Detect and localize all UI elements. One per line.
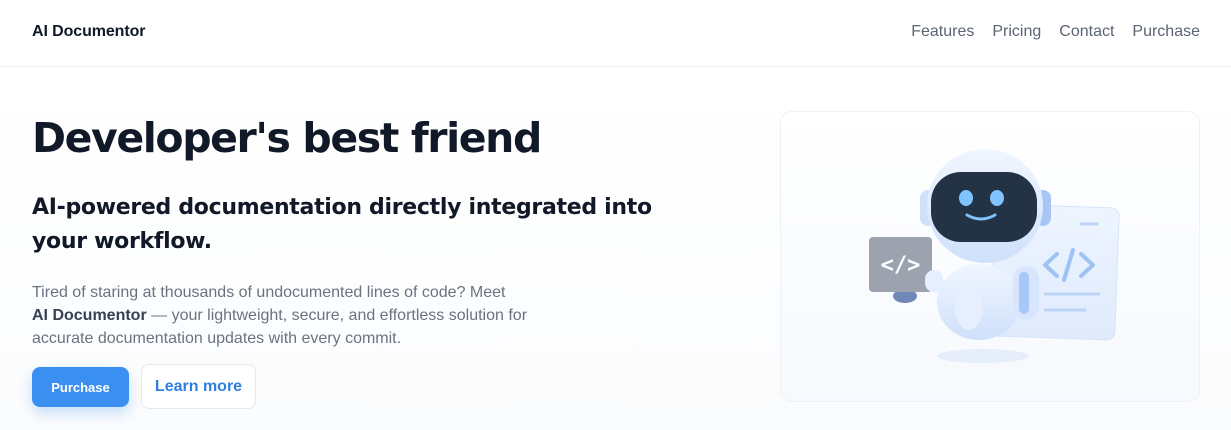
hero-illustration-card: </>: [780, 111, 1200, 402]
nav-link-features[interactable]: Features: [911, 23, 974, 41]
brand-logo-text[interactable]: AI Documentor: [32, 23, 145, 41]
hero-description-lead: Tired of staring at thousands of undocum…: [32, 284, 506, 301]
nav-link-purchase[interactable]: Purchase: [1132, 23, 1200, 41]
hero-subtitle: AI-powered documentation directly integr…: [32, 195, 652, 254]
learn-more-button[interactable]: Learn more: [141, 364, 256, 409]
code-card: </>: [869, 237, 943, 303]
hero-description: Tired of staring at thousands of undocum…: [32, 281, 532, 350]
purchase-button[interactable]: Purchase: [32, 367, 129, 407]
hero-description-brand: AI Documentor: [32, 307, 147, 324]
robot-arm-right: [1013, 266, 1039, 320]
top-navigation: AI Documentor Features Pricing Contact P…: [0, 0, 1231, 67]
robot-illustration: </>: [869, 149, 1120, 363]
nav-link-pricing[interactable]: Pricing: [992, 23, 1041, 41]
floor-shadow: [937, 349, 1029, 363]
robot-eye-left: [959, 190, 973, 206]
hero-title: Developer's best friend: [32, 114, 542, 162]
nav-links: Features Pricing Contact Purchase: [911, 23, 1200, 41]
hero-section: Developer's best friend AI-powered docum…: [0, 68, 1231, 430]
nav-link-contact[interactable]: Contact: [1059, 23, 1114, 41]
robot-eye-right: [990, 190, 1004, 206]
robot-body: [937, 264, 1021, 340]
robot-face-screen: [931, 172, 1037, 242]
code-glyph: </>: [881, 253, 921, 278]
